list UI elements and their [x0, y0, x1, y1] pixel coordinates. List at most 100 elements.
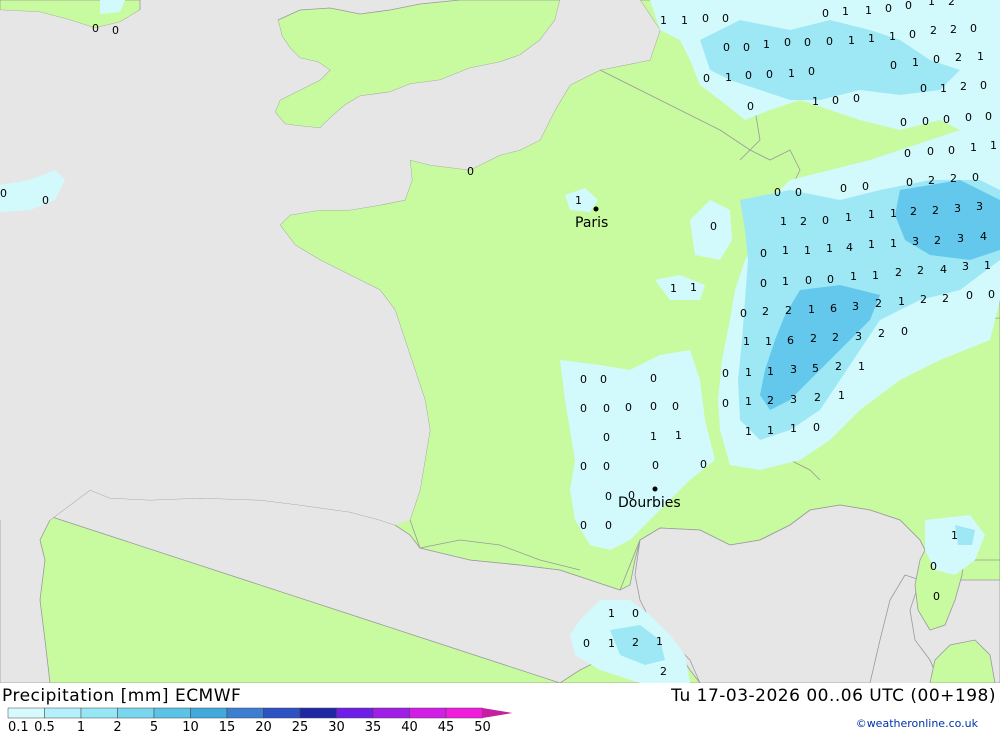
svg-text:1: 1: [970, 141, 977, 154]
svg-text:0: 0: [650, 372, 657, 385]
svg-text:0: 0: [652, 459, 659, 472]
svg-text:0: 0: [943, 113, 950, 126]
svg-text:3: 3: [954, 202, 961, 215]
svg-text:0: 0: [740, 307, 747, 320]
footer: Precipitation [mm] ECMWF Tu 17-03-2026 0…: [0, 683, 1000, 733]
legend-swatch: [409, 707, 447, 719]
svg-text:2: 2: [932, 204, 939, 217]
svg-text:2: 2: [920, 293, 927, 306]
svg-text:1: 1: [977, 50, 984, 63]
svg-text:0: 0: [672, 400, 679, 413]
svg-text:1: 1: [872, 269, 879, 282]
svg-text:0: 0: [970, 22, 977, 35]
svg-text:1: 1: [675, 429, 682, 442]
svg-text:2: 2: [660, 665, 667, 678]
svg-text:1: 1: [890, 207, 897, 220]
svg-text:3: 3: [962, 260, 969, 273]
svg-text:0: 0: [700, 458, 707, 471]
svg-text:0: 0: [603, 460, 610, 473]
svg-text:2: 2: [928, 174, 935, 187]
svg-text:2: 2: [632, 636, 639, 649]
legend-tick: 0.5: [34, 720, 55, 733]
svg-text:2: 2: [910, 205, 917, 218]
svg-text:0: 0: [822, 7, 829, 20]
svg-text:2: 2: [930, 24, 937, 37]
svg-text:0: 0: [703, 72, 710, 85]
svg-text:0: 0: [804, 36, 811, 49]
legend-swatch: [7, 707, 45, 719]
svg-text:2: 2: [762, 305, 769, 318]
svg-text:0: 0: [904, 147, 911, 160]
legend-swatch: [117, 707, 155, 719]
svg-text:0: 0: [901, 325, 908, 338]
svg-text:0: 0: [600, 373, 607, 386]
svg-text:3: 3: [852, 300, 859, 313]
svg-text:2: 2: [810, 332, 817, 345]
legend-swatch: [299, 707, 337, 719]
svg-text:2: 2: [934, 234, 941, 247]
svg-text:2: 2: [948, 0, 955, 8]
svg-text:1: 1: [845, 211, 852, 224]
svg-text:0: 0: [605, 519, 612, 532]
svg-text:2: 2: [950, 172, 957, 185]
svg-text:1: 1: [743, 335, 750, 348]
svg-text:2: 2: [917, 264, 924, 277]
svg-text:1: 1: [865, 4, 872, 17]
svg-text:0: 0: [784, 36, 791, 49]
svg-text:0: 0: [972, 171, 979, 184]
legend-swatch: [44, 707, 82, 719]
svg-text:0: 0: [827, 273, 834, 286]
svg-text:0: 0: [933, 53, 940, 66]
svg-text:1: 1: [745, 366, 752, 379]
credit-link[interactable]: ©weatheronline.co.uk: [856, 717, 978, 730]
city-label: Paris: [575, 215, 608, 231]
svg-text:0: 0: [603, 431, 610, 444]
legend-swatch: [153, 707, 191, 719]
svg-text:1: 1: [812, 95, 819, 108]
svg-text:0: 0: [92, 22, 99, 35]
svg-text:1: 1: [928, 0, 935, 8]
svg-text:0: 0: [580, 460, 587, 473]
svg-text:2: 2: [942, 292, 949, 305]
svg-text:0: 0: [580, 373, 587, 386]
svg-text:2: 2: [955, 51, 962, 64]
svg-text:0: 0: [710, 220, 717, 233]
svg-text:0: 0: [632, 607, 639, 620]
svg-text:1: 1: [745, 425, 752, 438]
precip-legend: 0.1 0.5 1 2 5 10 15 20 25 30 35 40 45 50: [7, 707, 513, 733]
svg-text:2: 2: [814, 391, 821, 404]
svg-text:4: 4: [980, 230, 987, 243]
svg-text:0: 0: [905, 0, 912, 12]
legend-tick: 5: [150, 720, 158, 733]
svg-text:1: 1: [984, 259, 991, 272]
legend-swatch: [445, 707, 483, 719]
svg-text:0: 0: [112, 24, 119, 37]
svg-text:0: 0: [580, 519, 587, 532]
legend-tick: 50: [474, 720, 491, 733]
svg-text:0: 0: [966, 289, 973, 302]
svg-text:2: 2: [878, 327, 885, 340]
svg-text:1: 1: [898, 295, 905, 308]
svg-text:0: 0: [985, 110, 992, 123]
legend-tick: 1: [77, 720, 85, 733]
svg-text:0: 0: [808, 65, 815, 78]
svg-text:0: 0: [0, 187, 7, 200]
svg-text:0: 0: [853, 92, 860, 105]
svg-text:1: 1: [868, 32, 875, 45]
svg-text:0: 0: [909, 28, 916, 41]
svg-text:0: 0: [840, 182, 847, 195]
svg-text:2: 2: [835, 360, 842, 373]
svg-text:0: 0: [625, 401, 632, 414]
svg-text:0: 0: [747, 100, 754, 113]
svg-text:0: 0: [603, 402, 610, 415]
svg-text:3: 3: [976, 200, 983, 213]
svg-text:6: 6: [830, 302, 837, 315]
svg-text:0: 0: [722, 12, 729, 25]
svg-text:2: 2: [950, 23, 957, 36]
svg-text:0: 0: [906, 176, 913, 189]
svg-text:0: 0: [965, 111, 972, 124]
svg-text:1: 1: [780, 215, 787, 228]
svg-text:2: 2: [767, 394, 774, 407]
svg-text:1: 1: [951, 529, 958, 542]
legend-arrow: [482, 708, 513, 718]
